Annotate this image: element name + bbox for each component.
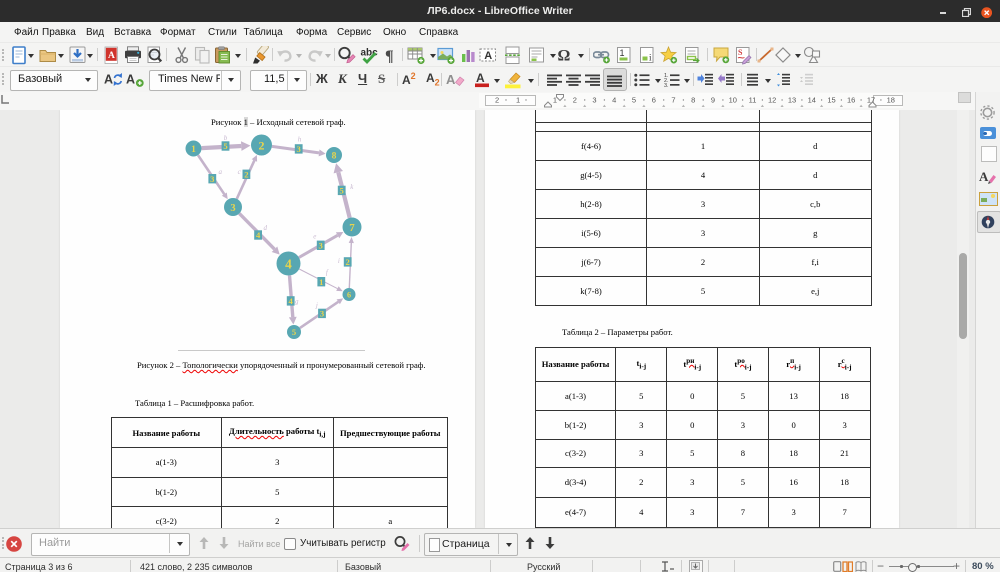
svg-text:3: 3 [592,96,596,105]
svg-text:5: 5 [632,96,636,105]
svg-text:k: k [350,183,354,191]
svg-text:1: 1 [319,277,323,287]
svg-text:A: A [104,73,113,87]
svg-text:14: 14 [808,96,816,105]
svg-text:4: 4 [612,96,616,105]
svg-text:2: 2 [259,138,265,152]
svg-text:c: c [238,168,242,176]
svg-text:12: 12 [768,96,776,105]
svg-text:16: 16 [847,96,855,105]
svg-text:2: 2 [495,96,499,105]
svg-text:2: 2 [346,257,350,267]
svg-text:h: h [298,135,302,143]
svg-text:4: 4 [285,256,292,271]
svg-text:8: 8 [691,96,695,105]
svg-text:5: 5 [292,327,296,337]
svg-text:g: g [295,297,299,305]
svg-text:3: 3 [210,174,214,184]
svg-text:18: 18 [887,96,895,105]
svg-text:Ω: Ω [558,47,571,64]
svg-text:1: 1 [191,144,196,155]
svg-text:8: 8 [332,151,337,162]
svg-text:4: 4 [256,230,261,240]
svg-text:S: S [738,48,743,57]
svg-text:15: 15 [827,96,835,105]
svg-text:a: a [219,168,223,176]
svg-text:A: A [476,71,485,85]
svg-text:d: d [264,224,268,232]
svg-text:2: 2 [573,96,577,105]
svg-text:e: e [313,232,316,240]
svg-text:f: f [326,269,329,277]
svg-text:5: 5 [340,186,344,196]
svg-text:5: 5 [223,141,227,151]
svg-text:3: 3 [319,240,323,250]
svg-text:b: b [224,134,228,142]
svg-text:A: A [979,169,989,184]
svg-text:9: 9 [711,96,715,105]
svg-text:6: 6 [652,96,656,105]
svg-text:1: 1 [516,96,520,105]
svg-text:i: i [338,257,340,265]
svg-text:¶: ¶ [385,48,394,65]
svg-text:3.: 3. [664,83,669,89]
svg-text:A: A [108,51,115,61]
svg-text:13: 13 [788,96,796,105]
svg-text:3: 3 [297,144,301,154]
svg-text:j: j [315,301,318,309]
svg-text:3: 3 [320,309,324,319]
svg-text:3: 3 [230,203,235,214]
svg-text:1: 1 [620,48,625,58]
svg-text:7: 7 [349,222,355,234]
svg-text:2: 2 [244,169,248,179]
svg-text:A: A [126,73,135,87]
svg-text:6: 6 [347,291,351,300]
svg-text:A: A [484,50,492,62]
svg-text:7: 7 [671,96,675,105]
svg-text:11: 11 [749,96,757,105]
svg-text:4: 4 [289,296,294,306]
svg-text:10: 10 [729,96,737,105]
svg-text:A: A [446,72,456,87]
